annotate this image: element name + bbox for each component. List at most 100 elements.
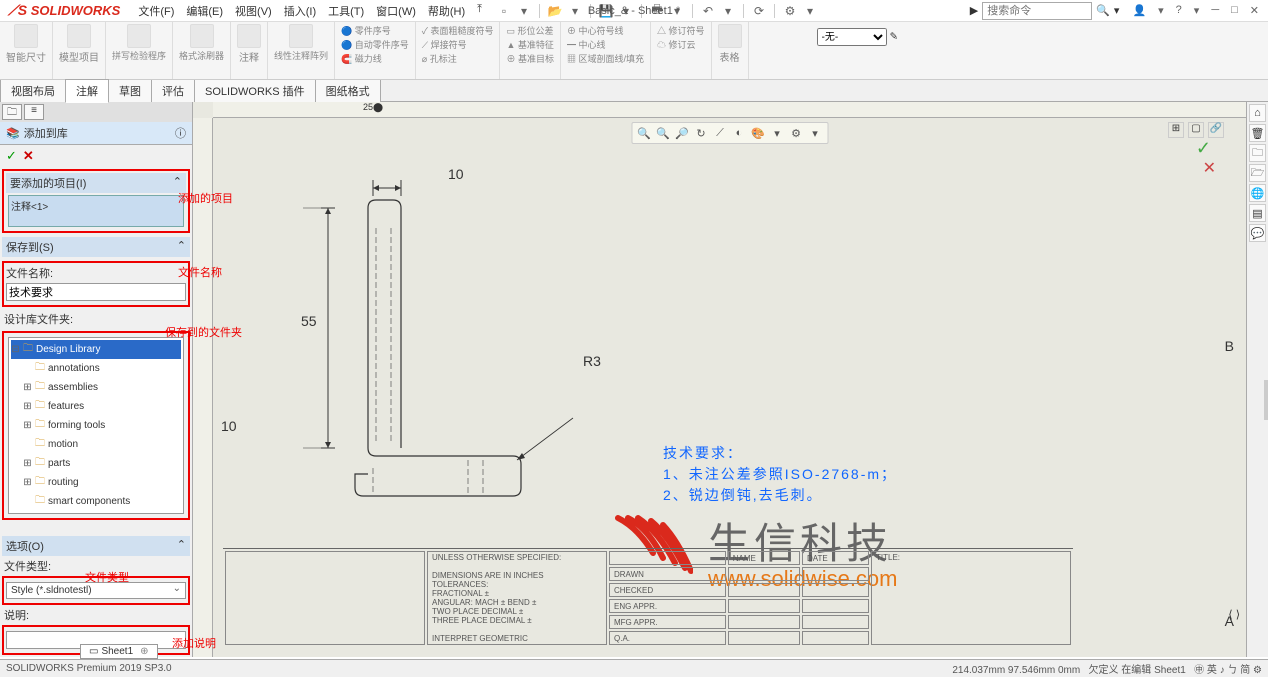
task-explorer-icon[interactable]: 🗁 <box>1249 164 1266 182</box>
sheet-tab[interactable]: ▭ Sheet1 ⊕ <box>80 644 158 659</box>
view-toolbar: 🔍 🔍 🔎 ↻ ⟋ ◐ 🎨 ▾ ⚙ ▾ <box>631 122 828 144</box>
new-icon[interactable]: ▫ <box>496 3 512 19</box>
menu-view[interactable]: 视图(V) <box>231 1 276 21</box>
sheet-icon: ▭ <box>89 646 98 657</box>
tab-annotate[interactable]: 注解 <box>65 79 109 103</box>
menu-window[interactable]: 窗口(W) <box>372 1 420 21</box>
design-library-tree[interactable]: ⊟🗀Design Library 🗀annotations ⊞🗀assembli… <box>8 337 184 514</box>
zoom-area-icon[interactable]: 🔍 <box>655 125 671 141</box>
undo-icon[interactable]: ↶ <box>700 3 716 19</box>
section-opts-header[interactable]: 选项(O)⌃ <box>2 536 190 556</box>
help-icon[interactable]: ? <box>1173 4 1185 17</box>
status-ime[interactable]: ㊥ 英 ♪ ㄅ 简 ⚙ <box>1194 665 1262 676</box>
task-home-icon[interactable]: ⌂ <box>1249 104 1266 122</box>
task-recycle-icon[interactable]: 🗑 <box>1249 124 1266 142</box>
tree-node[interactable]: ⊞🗀assemblies <box>11 378 181 397</box>
tree-node[interactable]: 🗀motion <box>11 435 181 454</box>
status-coord: 214.037mm 97.546mm 0mm <box>952 665 1080 676</box>
tree-node[interactable]: ⊞🗀forming tools <box>11 416 181 435</box>
chevron-up-icon: ⌃ <box>177 538 186 554</box>
ribbon-note[interactable]: 注释 <box>231 22 268 79</box>
viewport-close-icon[interactable]: ✕ <box>1203 158 1216 178</box>
items-listbox[interactable]: 注释<1> <box>8 195 184 227</box>
filename-input[interactable] <box>6 283 186 301</box>
ribbon-model-items[interactable]: 模型项目 <box>53 22 106 79</box>
appearance-icon[interactable]: 🎨 <box>750 125 766 141</box>
viewport-max-icon[interactable]: ▢ <box>1188 122 1204 138</box>
scene-icon[interactable]: ▾ <box>769 125 785 141</box>
ribbon-center[interactable]: ⊕ 中心符号线 ━ 中心线 ▦ 区域剖面线/填充 <box>561 22 651 79</box>
rotate-icon[interactable]: ↻ <box>693 125 709 141</box>
login-icon[interactable]: 👤 <box>1129 4 1149 17</box>
layer-filter[interactable]: -无- ✎ <box>817 28 898 46</box>
ribbon-linear-pattern[interactable]: 线性注释阵列 <box>268 22 335 79</box>
menu-file[interactable]: 文件(F) <box>134 1 178 21</box>
tab-sheet-format[interactable]: 图纸格式 <box>315 79 381 102</box>
section-filename: 文件名称: <box>2 261 190 307</box>
tree-node[interactable]: 🗀smart components <box>11 492 181 511</box>
tab-addins[interactable]: SOLIDWORKS 插件 <box>194 79 316 102</box>
accept-button[interactable]: ✓ <box>6 148 17 164</box>
display-icon[interactable]: ◐ <box>731 125 747 141</box>
task-props-icon[interactable]: ▤ <box>1249 204 1266 222</box>
ribbon-surface[interactable]: ✓ 表面粗糙度符号 ⟋ 焊接符号 ⌀ 孔标注 <box>416 22 501 79</box>
tree-node[interactable]: 🗀annotations <box>11 359 181 378</box>
ribbon-spell[interactable]: 拼写检验程序 <box>106 22 173 79</box>
panel-tab-config-icon[interactable]: ≡ <box>24 104 44 120</box>
open-icon[interactable]: 📂 <box>547 3 563 19</box>
section-icon[interactable]: ⟋ <box>712 125 728 141</box>
zoom-dyn-icon[interactable]: 🔎 <box>674 125 690 141</box>
panel-title-bar: 📚 添加到库 ⓘ <box>0 122 192 145</box>
tech-note-line2: 2、锐边倒钝,去毛刺。 <box>663 485 897 506</box>
zoom-fit-icon[interactable]: 🔍 <box>636 125 652 141</box>
viewport-split-icon[interactable]: ⊞ <box>1168 122 1184 138</box>
maximize-button[interactable]: □ <box>1228 4 1241 17</box>
ribbon-tables[interactable]: 表格 <box>712 22 749 79</box>
ribbon-smart-dim[interactable]: 智能尺寸 <box>0 22 53 79</box>
tree-root[interactable]: ⊟🗀Design Library <box>11 340 181 359</box>
menu-pin-icon[interactable]: ⤒ <box>473 1 486 21</box>
view-settings-icon[interactable]: ⚙ <box>788 125 804 141</box>
document-title: Basic_& - Sheet1 * <box>588 5 680 17</box>
cancel-button[interactable]: ✕ <box>23 148 34 164</box>
drawing-area[interactable]: 25⬤ 🔍 🔍 🔎 ↻ ⟋ ◐ 🎨 ▾ ⚙ ▾ ⊞ ▢ 🔗 ✓ ✕ <box>193 102 1246 657</box>
menu-help[interactable]: 帮助(H) <box>424 1 469 21</box>
tech-note-block: 技术要求： 1、未注公差参照ISO-2768-m； 2、锐边倒钝,去毛刺。 <box>663 443 897 506</box>
menu-tools[interactable]: 工具(T) <box>324 1 368 21</box>
tree-node[interactable]: ⊞🗀parts <box>11 454 181 473</box>
scroll-pager-icon[interactable]: ⟨ ⟩ <box>1228 608 1240 621</box>
ribbon-balloon[interactable]: 🔵 零件序号 🔵 自动零件序号 🧲 磁力线 <box>335 22 416 79</box>
tree-node[interactable]: ⊞🗀routing <box>11 473 181 492</box>
search-icon[interactable]: 🔍 <box>1096 4 1110 17</box>
chevron-up-icon: ⌃ <box>177 239 186 255</box>
ribbon-revision[interactable]: △ 修订符号 ☁ 修订云 <box>651 22 712 79</box>
canvas[interactable]: 🔍 🔍 🔎 ↻ ⟋ ◐ 🎨 ▾ ⚙ ▾ ⊞ ▢ 🔗 ✓ ✕ <box>213 118 1246 657</box>
dim-radius: R3 <box>583 353 601 369</box>
ribbon-gdt[interactable]: ▭ 形位公差 ▲ 基准特征 ⊕ 基准目标 <box>500 22 561 79</box>
task-appearance-icon[interactable]: 🌐 <box>1249 184 1266 202</box>
minimize-button[interactable]: ─ <box>1208 4 1222 17</box>
viewport-link-icon[interactable]: 🔗 <box>1208 122 1224 138</box>
filetype-combo[interactable]: Style (*.sldnotestl) <box>6 582 186 599</box>
ruler-horizontal: 25⬤ <box>213 102 1246 118</box>
panel-tab-feature-icon[interactable]: 🗀 <box>2 104 22 120</box>
panel-help-icon[interactable]: ⓘ <box>175 125 186 141</box>
close-button[interactable]: ✕ <box>1247 4 1262 17</box>
search-input[interactable] <box>982 2 1092 20</box>
search-toggle-icon[interactable]: ▶ <box>970 4 978 17</box>
section-save-header[interactable]: 保存到(S)⌃ <box>2 237 190 257</box>
task-forum-icon[interactable]: 💬 <box>1249 224 1266 242</box>
rebuild-icon[interactable]: ⟳ <box>751 3 767 19</box>
options-icon[interactable]: ⚙ <box>782 3 798 19</box>
status-bar: SOLIDWORKS Premium 2019 SP3.0 214.037mm … <box>0 659 1268 677</box>
tab-view-layout[interactable]: 视图布局 <box>0 79 66 102</box>
menu-edit[interactable]: 编辑(E) <box>182 1 227 21</box>
tab-evaluate[interactable]: 评估 <box>151 79 195 102</box>
section-items-header[interactable]: 要添加的项目(I)⌃ <box>6 173 186 193</box>
task-library-icon[interactable]: 🗀 <box>1249 144 1266 162</box>
tab-sketch[interactable]: 草图 <box>108 79 152 102</box>
tech-note-line1: 1、未注公差参照ISO-2768-m； <box>663 464 897 485</box>
ribbon-format-painter[interactable]: 格式涂刷器 <box>173 22 231 79</box>
menu-insert[interactable]: 插入(I) <box>280 1 320 21</box>
tree-node[interactable]: ⊞🗀features <box>11 397 181 416</box>
